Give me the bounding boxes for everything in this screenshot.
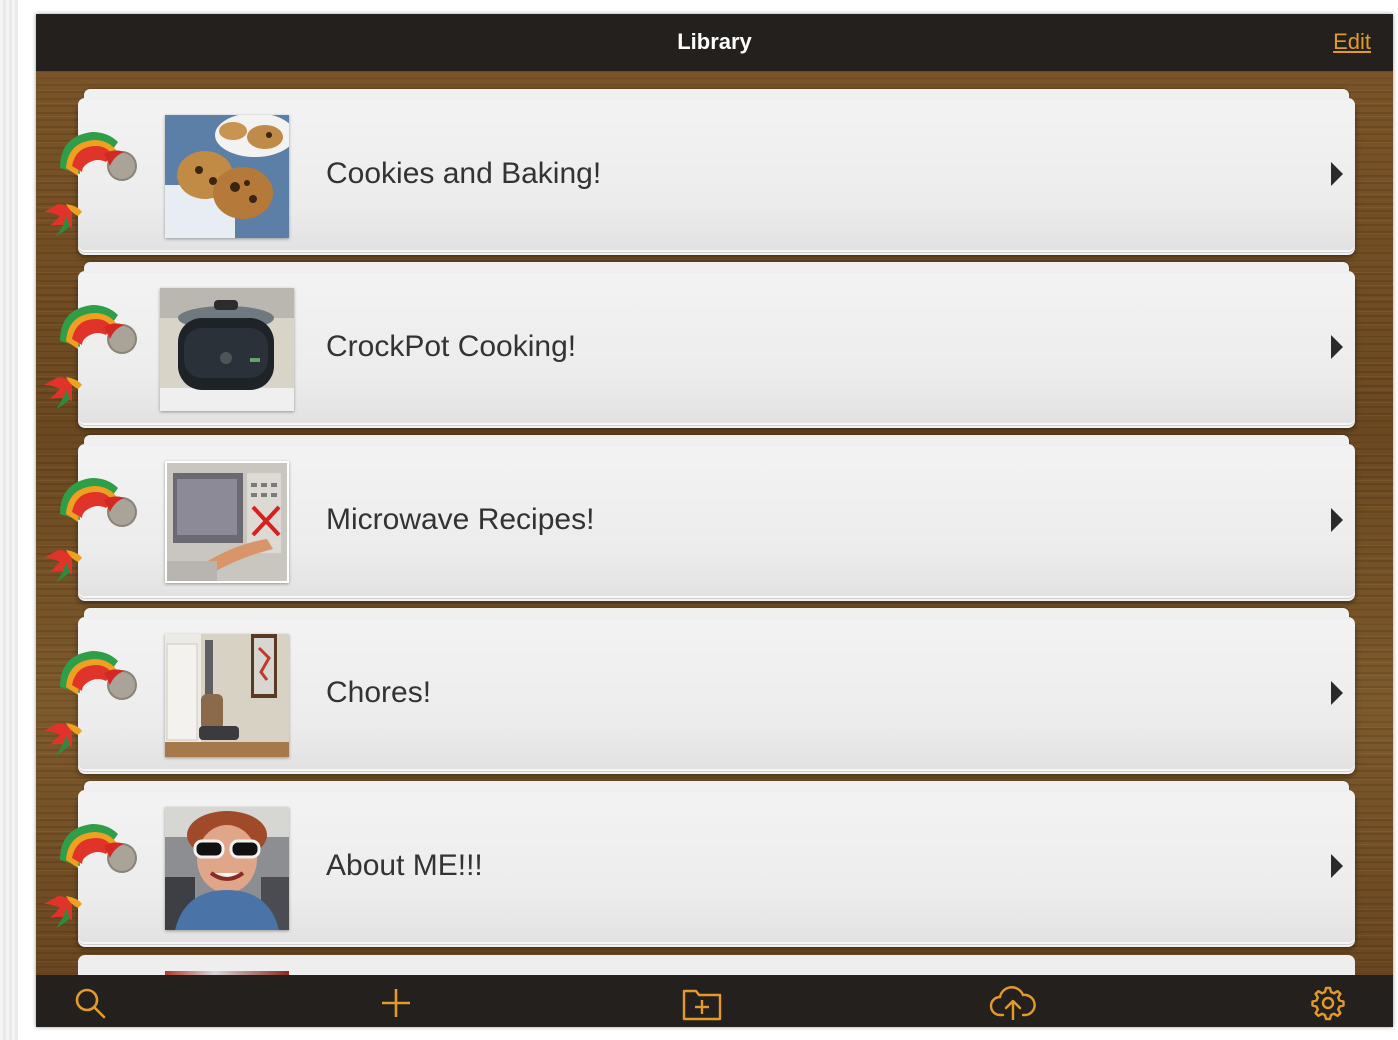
microwave-photo bbox=[165, 461, 289, 583]
chevron-right-icon bbox=[1331, 854, 1343, 878]
add-folder-button[interactable] bbox=[682, 985, 722, 1021]
navigation-bar: Library Edit bbox=[36, 14, 1393, 71]
cookies-photo bbox=[165, 115, 289, 238]
page-title: Library bbox=[677, 29, 752, 54]
crockpot-photo bbox=[160, 288, 294, 411]
search-icon bbox=[75, 988, 106, 1019]
left-edge-strip bbox=[0, 0, 18, 1040]
library-list[interactable]: Cookies and Baking! CrockPot Cooking! Mi… bbox=[36, 71, 1393, 995]
ribbon-bookmark-icon bbox=[44, 824, 137, 928]
search-button[interactable] bbox=[72, 985, 108, 1021]
chevron-right-icon bbox=[1331, 162, 1343, 186]
chevron-right-icon bbox=[1331, 681, 1343, 705]
add-folder-icon bbox=[682, 989, 722, 1021]
portrait-photo bbox=[165, 807, 289, 930]
app-window: Library Edit Cookies and Baking! CrockPo… bbox=[36, 14, 1393, 1027]
vacuum-photo bbox=[165, 634, 289, 757]
library-row-about-me[interactable]: About ME!!! bbox=[44, 781, 1355, 942]
settings-button[interactable] bbox=[1310, 985, 1346, 1021]
add-button[interactable] bbox=[378, 985, 414, 1021]
library-row-crockpot[interactable]: CrockPot Cooking! bbox=[44, 262, 1355, 423]
library-row-cookies[interactable]: Cookies and Baking! bbox=[44, 89, 1355, 250]
ribbon-bookmark-icon bbox=[44, 478, 137, 582]
chevron-right-icon bbox=[1331, 335, 1343, 359]
row-title: Microwave Recipes! bbox=[326, 503, 595, 536]
library-row-microwave[interactable]: Microwave Recipes! bbox=[44, 435, 1355, 596]
row-title: Chores! bbox=[326, 676, 432, 709]
chevron-right-icon bbox=[1331, 508, 1343, 532]
edit-button[interactable]: Edit bbox=[1333, 14, 1371, 69]
ribbon-bookmark-icon bbox=[44, 305, 137, 409]
cloud-upload-icon bbox=[989, 986, 1036, 1020]
add-icon bbox=[382, 989, 410, 1017]
row-title: CrockPot Cooking! bbox=[326, 330, 577, 363]
bottom-toolbar bbox=[36, 975, 1393, 1027]
row-title: Cookies and Baking! bbox=[326, 157, 602, 190]
row-title: About ME!!! bbox=[326, 849, 483, 882]
ribbon-bookmark-icon bbox=[44, 651, 137, 755]
settings-icon bbox=[1311, 986, 1345, 1021]
cloud-upload-button[interactable] bbox=[989, 985, 1037, 1021]
ribbon-bookmark-icon bbox=[44, 132, 137, 236]
library-row-chores[interactable]: Chores! bbox=[44, 608, 1355, 769]
